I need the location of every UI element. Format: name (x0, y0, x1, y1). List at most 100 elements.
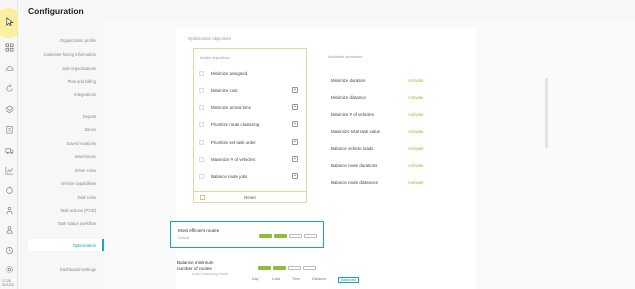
objective-label: Maximize # of vehicles (211, 157, 256, 162)
activate-link[interactable]: Activate (408, 112, 424, 117)
clock-date: 31/1/23 (2, 283, 14, 287)
refresh-icon[interactable] (4, 83, 14, 93)
drag-handle[interactable] (199, 122, 204, 127)
objective-label: Minimize cost (211, 88, 238, 93)
objective-row[interactable]: Prioritize route clustering + (194, 119, 306, 132)
available-row: Minimize duration Activate (331, 76, 451, 88)
sidebar-item-sub-organizations[interactable]: Sub-organizations (62, 66, 96, 71)
sidebar-item-plan-and-billing[interactable]: Plan and billing (68, 79, 96, 84)
reset-label: Reset (244, 195, 256, 200)
activate-link[interactable]: Activate (408, 129, 424, 134)
app-window: 17:28 31/1/23 Configuration Organization… (0, 0, 635, 289)
truck-icon[interactable] (4, 145, 14, 155)
activate-link[interactable]: Activate (408, 180, 424, 185)
drag-handle[interactable] (199, 105, 204, 110)
direction-label: Balance route distances (331, 180, 378, 185)
direction-label: Balance route durations (331, 163, 378, 168)
available-directions-header: Available directions (328, 54, 363, 59)
direction-label: Maximize total task value (331, 129, 381, 134)
plus-icon[interactable]: + (292, 121, 298, 127)
cycle-icon[interactable] (4, 185, 14, 195)
plus-icon[interactable]: + (292, 156, 298, 162)
available-row: Minimize # of vehicles Activate (331, 110, 451, 122)
chart-icon[interactable] (4, 165, 14, 175)
config-sidebar: Organization profile Customer facing inf… (18, 22, 104, 289)
direction-label: Minimize distance (331, 95, 366, 100)
sidebar-item-zones[interactable]: Zones (84, 127, 96, 132)
reset-button[interactable]: Reset (194, 191, 306, 202)
sidebar-item-depots[interactable]: Depots (83, 114, 96, 119)
objective-label: Prioritize set task order (211, 140, 256, 145)
preset-level-segment (304, 234, 317, 238)
sidebar-item-task-status-workflow[interactable]: Task status workflow (58, 221, 96, 226)
mode-tab-selected[interactable]: Balanced (338, 277, 359, 283)
preset-level-segment (274, 234, 287, 238)
icon-rail: 17:28 31/1/23 (0, 0, 24, 289)
sidebar-item-dashboard-settings[interactable]: Dashboard settings (60, 267, 96, 272)
sidebar-item-driver-roles[interactable]: Driver roles (75, 168, 96, 173)
objective-row[interactable]: Minimize arrival time + (194, 102, 306, 115)
sidebar-item-integrations[interactable]: Integrations (74, 92, 96, 97)
mode-tab[interactable]: Distance (312, 277, 326, 281)
page-header: Configuration (18, 0, 635, 22)
preset-title: Balance minimum number of routes (177, 260, 214, 272)
optimization-panel: Optimization objectives Active objective… (176, 28, 548, 289)
people-icon[interactable] (4, 205, 14, 215)
plus-icon[interactable]: + (292, 104, 298, 110)
sidebar-item-customer-facing-information[interactable]: Customer facing information (44, 52, 96, 57)
preset-level-segment (259, 234, 272, 238)
cloud-icon[interactable] (4, 63, 14, 73)
objective-row[interactable]: Balance route jobs + (194, 171, 306, 184)
sidebar-item-optimization[interactable]: Optimization (73, 243, 96, 248)
main-content: Optimization objectives Active objective… (104, 22, 635, 289)
sidebar-item-organization-profile[interactable]: Organization profile (60, 38, 96, 43)
objective-label: Prioritize route clustering (211, 122, 260, 127)
scrollbar[interactable] (545, 78, 548, 148)
preset-level-segment (303, 266, 316, 270)
plus-icon[interactable]: + (292, 173, 298, 179)
mode-tab[interactable]: Load (272, 277, 280, 281)
sidebar-item-warehouse[interactable]: Warehouse (75, 154, 96, 159)
mode-tab[interactable]: Time (292, 277, 300, 281)
objective-row[interactable]: Prioritize set task order + (194, 137, 306, 150)
cursor-icon[interactable] (4, 16, 14, 26)
direction-label: Minimize duration (331, 78, 366, 83)
available-row: Minimize distance Activate (331, 93, 451, 105)
gear-icon[interactable] (4, 264, 14, 274)
objective-row[interactable]: Maximize # of vehicles + (194, 154, 306, 167)
grid-icon[interactable] (4, 42, 14, 52)
drag-handle[interactable] (199, 157, 204, 162)
drag-handle[interactable] (199, 140, 204, 145)
preset-level-segment (289, 234, 302, 238)
drag-handle[interactable] (199, 71, 204, 76)
objective-label: Balance route jobs (211, 174, 248, 179)
objective-row[interactable]: Minimize assigned (194, 68, 306, 81)
clock-icon[interactable] (4, 245, 14, 255)
user-icon[interactable] (4, 224, 14, 234)
activate-link[interactable]: Activate (408, 95, 424, 100)
objective-label: Minimize assigned (211, 71, 248, 76)
available-row: Balance vehicle loads Activate (331, 144, 451, 156)
drag-handle[interactable] (199, 88, 204, 93)
objective-row[interactable]: Minimize cost + (194, 85, 306, 98)
plus-icon[interactable]: + (292, 139, 298, 145)
clipboard-icon[interactable] (4, 124, 14, 134)
preset-card-most-efficient[interactable]: Most efficient routes Default (170, 221, 324, 248)
sidebar-item-task-actions[interactable]: Task actions (POD) (60, 208, 96, 213)
sidebar-item-saved-locations[interactable]: Saved locations (66, 141, 96, 146)
drag-handle[interactable] (199, 174, 204, 179)
sidebar-item-task-roles[interactable]: Task roles (77, 195, 96, 200)
plus-icon[interactable]: + (292, 87, 298, 93)
preset-level-segment (288, 266, 301, 270)
activate-link[interactable]: Activate (408, 163, 424, 168)
sidebar-item-vehicle-capabilities[interactable]: Vehicle capabilities (61, 181, 96, 186)
activate-link[interactable]: Activate (408, 78, 424, 83)
available-row: Balance route durations Activate (331, 161, 451, 173)
available-row: Balance route distances Activate (331, 178, 451, 190)
layers-icon[interactable] (4, 104, 14, 114)
activate-link[interactable]: Activate (408, 146, 424, 151)
section-title: Optimization objectives (188, 36, 232, 41)
direction-label: Balance vehicle loads (331, 146, 374, 151)
mode-tab[interactable]: Day (252, 277, 258, 281)
available-row: Maximize total task value Activate (331, 127, 451, 139)
